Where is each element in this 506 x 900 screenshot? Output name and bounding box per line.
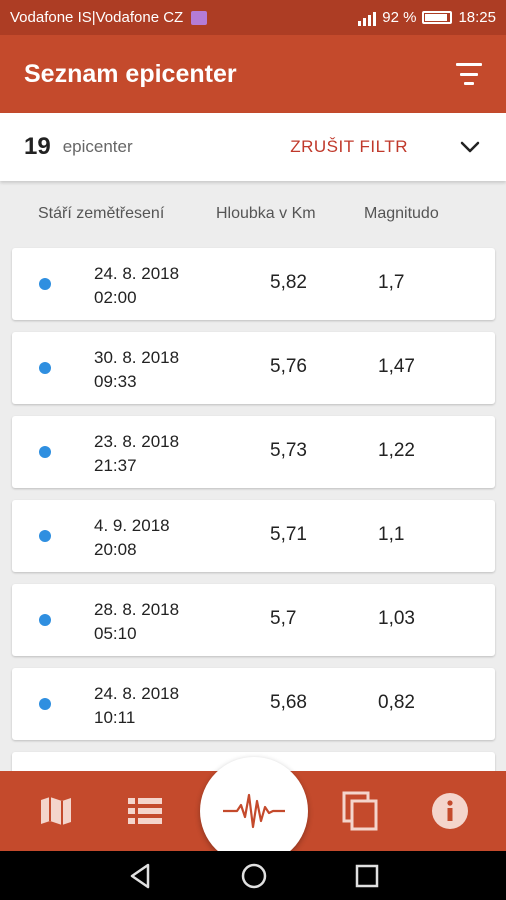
back-icon[interactable] xyxy=(126,861,156,891)
date-text: 24. 8. 2018 xyxy=(94,684,180,703)
list-item[interactable]: 28. 8. 2018 05:10 5,7 1,03 xyxy=(12,584,495,656)
column-headers: Stáří zemětřesení Hloubka v Km Magnitudo xyxy=(0,195,506,235)
clear-filter-button[interactable]: ZRUŠIT FILTR xyxy=(290,137,408,157)
epicenter-list: 24. 8. 2018 02:00 5,82 1,7 30. 8. 2018 0… xyxy=(12,248,495,836)
filter-summary: 19 epicenter ZRUŠIT FILTR xyxy=(0,113,506,181)
time-text: 21:37 xyxy=(94,456,137,475)
info-icon[interactable] xyxy=(430,791,470,831)
time-text: 10:11 xyxy=(94,708,136,727)
epicenter-count-label: epicenter xyxy=(62,137,133,156)
date-text: 24. 8. 2018 xyxy=(94,264,180,283)
epicenter-count: 19 xyxy=(24,133,51,160)
date-time: 4. 9. 2018 20:08 xyxy=(94,514,170,562)
status-dot-icon xyxy=(39,698,51,710)
depth-value: 5,76 xyxy=(270,356,307,377)
magnitude-value: 1,7 xyxy=(378,272,405,293)
status-dot-icon xyxy=(39,614,51,626)
depth-value: 5,71 xyxy=(270,524,307,545)
date-text: 23. 8. 2018 xyxy=(94,432,180,451)
battery-icon xyxy=(422,11,453,24)
date-text: 30. 8. 2018 xyxy=(94,348,180,367)
date-time: 24. 8. 2018 02:00 xyxy=(94,262,179,310)
notification-icon xyxy=(191,10,208,25)
status-dot-icon xyxy=(39,362,51,374)
date-text: 28. 8. 2018 xyxy=(94,600,180,619)
depth-value: 5,82 xyxy=(270,272,307,293)
magnitude-value: 1,47 xyxy=(378,356,415,377)
time-text: 02:00 xyxy=(94,288,137,307)
list-item[interactable]: 30. 8. 2018 09:33 5,76 1,47 xyxy=(12,332,495,404)
recents-icon[interactable] xyxy=(352,861,382,891)
magnitude-value: 0,82 xyxy=(378,692,415,713)
date-time: 30. 8. 2018 09:33 xyxy=(94,346,179,394)
magnitude-value: 1,22 xyxy=(378,440,415,461)
magnitude-value: 1,1 xyxy=(378,524,405,545)
status-dot-icon xyxy=(39,446,51,458)
date-time: 23. 8. 2018 21:37 xyxy=(94,430,179,478)
time-text: 05:10 xyxy=(94,624,137,643)
status-bar: Vodafone IS|Vodafone CZ 92 % 18:25 xyxy=(0,0,506,35)
time-text: 09:33 xyxy=(94,372,137,391)
seismograph-button[interactable] xyxy=(200,757,308,865)
depth-value: 5,73 xyxy=(270,440,307,461)
column-header-magnitude[interactable]: Magnitudo xyxy=(364,205,439,223)
filter-icon[interactable] xyxy=(456,63,482,85)
depth-value: 5,7 xyxy=(270,608,297,629)
date-time: 24. 8. 2018 10:11 xyxy=(94,682,179,730)
signal-icon xyxy=(358,10,377,26)
carrier-label: Vodafone IS|Vodafone CZ xyxy=(10,9,184,26)
depth-value: 5,68 xyxy=(270,692,307,713)
chevron-down-icon[interactable] xyxy=(458,135,482,159)
list-item[interactable]: 4. 9. 2018 20:08 5,71 1,1 xyxy=(12,500,495,572)
map-icon[interactable] xyxy=(36,791,76,831)
magnitude-value: 1,03 xyxy=(378,608,415,629)
list-icon[interactable] xyxy=(125,791,165,831)
date-time: 28. 8. 2018 05:10 xyxy=(94,598,179,646)
clock: 18:25 xyxy=(458,9,496,26)
copy-icon[interactable] xyxy=(340,791,380,831)
column-header-depth[interactable]: Hloubka v Km xyxy=(216,205,316,223)
page-title: Seznam epicenter xyxy=(24,59,237,88)
seismograph-icon xyxy=(223,793,285,829)
date-text: 4. 9. 2018 xyxy=(94,516,170,535)
list-item[interactable]: 24. 8. 2018 02:00 5,82 1,7 xyxy=(12,248,495,320)
list-item[interactable]: 23. 8. 2018 21:37 5,73 1,22 xyxy=(12,416,495,488)
time-text: 20:08 xyxy=(94,540,137,559)
home-icon[interactable] xyxy=(239,861,269,891)
list-item[interactable]: 24. 8. 2018 10:11 5,68 0,82 xyxy=(12,668,495,740)
battery-percent: 92 % xyxy=(382,9,417,26)
status-dot-icon xyxy=(39,530,51,542)
column-header-age[interactable]: Stáří zemětřesení xyxy=(38,205,164,223)
system-navigation xyxy=(0,851,506,900)
status-dot-icon xyxy=(39,278,51,290)
app-bar: Seznam epicenter xyxy=(0,35,506,113)
